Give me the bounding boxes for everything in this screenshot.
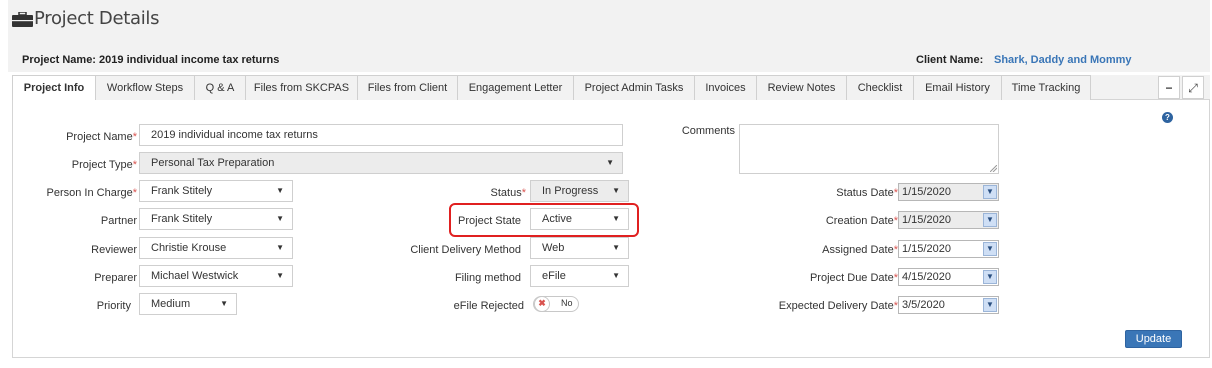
filing-method-select[interactable]: eFile ▼ — [530, 265, 629, 287]
priority-select[interactable]: Medium ▼ — [139, 293, 237, 315]
tab-project-info[interactable]: Project Info — [12, 75, 96, 101]
project-name-label: Project Name* — [66, 131, 137, 143]
expected-delivery-date-input[interactable]: 3/5/2020 ▼ — [898, 296, 999, 314]
help-icon[interactable]: ? — [1162, 112, 1173, 123]
status-date-label: Status Date* — [836, 187, 898, 199]
status-date-input[interactable]: 1/15/2020 ▼ — [898, 183, 999, 201]
chevron-down-icon: ▼ — [276, 271, 284, 280]
chevron-down-icon: ▼ — [612, 271, 620, 280]
calendar-dropdown-icon[interactable]: ▼ — [983, 270, 997, 284]
project-type-label: Project Type* — [71, 159, 137, 171]
chevron-down-icon: ▼ — [606, 158, 614, 167]
project-name-summary: Project Name: 2019 individual income tax… — [22, 54, 279, 66]
project-name-summary-value: 2019 individual income tax returns — [99, 54, 280, 66]
page-title: Project Details — [34, 8, 160, 29]
chevron-down-icon: ▼ — [276, 243, 284, 252]
partner-label: Partner — [100, 215, 137, 227]
chevron-down-icon: ▼ — [612, 243, 620, 252]
update-button[interactable]: Update — [1125, 330, 1182, 348]
assigned-date-input[interactable]: 1/15/2020 ▼ — [898, 240, 999, 258]
tab-bar: Project Info Workflow Steps Q & A Files … — [12, 75, 1210, 101]
tab-files-from-client[interactable]: Files from Client — [357, 75, 458, 100]
calendar-dropdown-icon[interactable]: ▼ — [983, 213, 997, 227]
minimize-icon[interactable]: − — [1158, 76, 1180, 99]
expand-icon[interactable]: ⤢ — [1182, 76, 1204, 99]
calendar-dropdown-icon[interactable]: ▼ — [983, 185, 997, 199]
resize-grip-icon[interactable] — [990, 165, 997, 172]
reviewer-select[interactable]: Christie Krouse ▼ — [139, 237, 293, 259]
tab-q-and-a[interactable]: Q & A — [194, 75, 246, 100]
project-type-select[interactable]: Personal Tax Preparation ▼ — [139, 152, 623, 174]
project-name-input[interactable]: 2019 individual income tax returns — [139, 124, 623, 146]
calendar-dropdown-icon[interactable]: ▼ — [983, 242, 997, 256]
chevron-down-icon: ▼ — [276, 186, 284, 195]
comments-textarea[interactable] — [739, 124, 999, 174]
filing-method-label: Filing method — [454, 272, 521, 284]
tab-invoices[interactable]: Invoices — [694, 75, 757, 100]
project-due-date-label: Project Due Date* — [809, 272, 898, 284]
chevron-down-icon: ▼ — [220, 299, 228, 308]
person-in-charge-label: Person In Charge* — [46, 187, 138, 199]
tab-checklist[interactable]: Checklist — [846, 75, 914, 100]
reviewer-label: Reviewer — [91, 244, 137, 256]
creation-date-input[interactable]: 1/15/2020 ▼ — [898, 211, 999, 229]
tab-files-from-skcpas[interactable]: Files from SKCPAS — [245, 75, 358, 100]
chevron-down-icon: ▼ — [612, 186, 620, 195]
person-in-charge-select[interactable]: Frank Stitely ▼ — [139, 180, 293, 202]
project-state-highlight — [449, 203, 639, 237]
partner-select[interactable]: Frank Stitely ▼ — [139, 208, 293, 230]
briefcase-icon — [12, 12, 33, 27]
assigned-date-label: Assigned Date* — [822, 244, 898, 256]
client-name-label: Client Name: — [916, 54, 984, 66]
client-delivery-method-label: Client Delivery Method — [410, 244, 521, 256]
comments-label: Comments — [681, 125, 735, 137]
project-info-bar: Project Name: 2019 individual income tax… — [8, 42, 1210, 72]
project-name-summary-label: Project Name: — [22, 54, 96, 66]
priority-label: Priority — [96, 300, 131, 312]
client-name-link[interactable]: Shark, Daddy and Mommy — [994, 54, 1132, 66]
status-label: Status* — [490, 187, 526, 199]
tab-project-admin-tasks[interactable]: Project Admin Tasks — [573, 75, 695, 100]
creation-date-label: Creation Date* — [825, 215, 898, 227]
title-bar: Project Details — [8, 0, 1210, 42]
calendar-dropdown-icon[interactable]: ▼ — [983, 298, 997, 312]
chevron-down-icon: ▼ — [276, 214, 284, 223]
close-icon: ✖ — [534, 296, 550, 312]
tab-time-tracking[interactable]: Time Tracking — [1001, 75, 1091, 100]
status-select[interactable]: In Progress ▼ — [530, 180, 629, 202]
toggle-state-text: No — [561, 298, 573, 308]
preparer-select[interactable]: Michael Westwick ▼ — [139, 265, 293, 287]
expected-delivery-date-label: Expected Delivery Date* — [778, 300, 898, 312]
tab-workflow-steps[interactable]: Workflow Steps — [95, 75, 195, 100]
efile-rejected-toggle[interactable]: ✖ No — [533, 296, 579, 312]
client-delivery-method-select[interactable]: Web ▼ — [530, 237, 629, 259]
tab-engagement-letter[interactable]: Engagement Letter — [457, 75, 574, 100]
tab-email-history[interactable]: Email History — [913, 75, 1002, 100]
project-due-date-input[interactable]: 4/15/2020 ▼ — [898, 268, 999, 286]
efile-rejected-label: eFile Rejected — [453, 300, 524, 312]
tab-review-notes[interactable]: Review Notes — [756, 75, 847, 100]
preparer-label: Preparer — [94, 272, 137, 284]
